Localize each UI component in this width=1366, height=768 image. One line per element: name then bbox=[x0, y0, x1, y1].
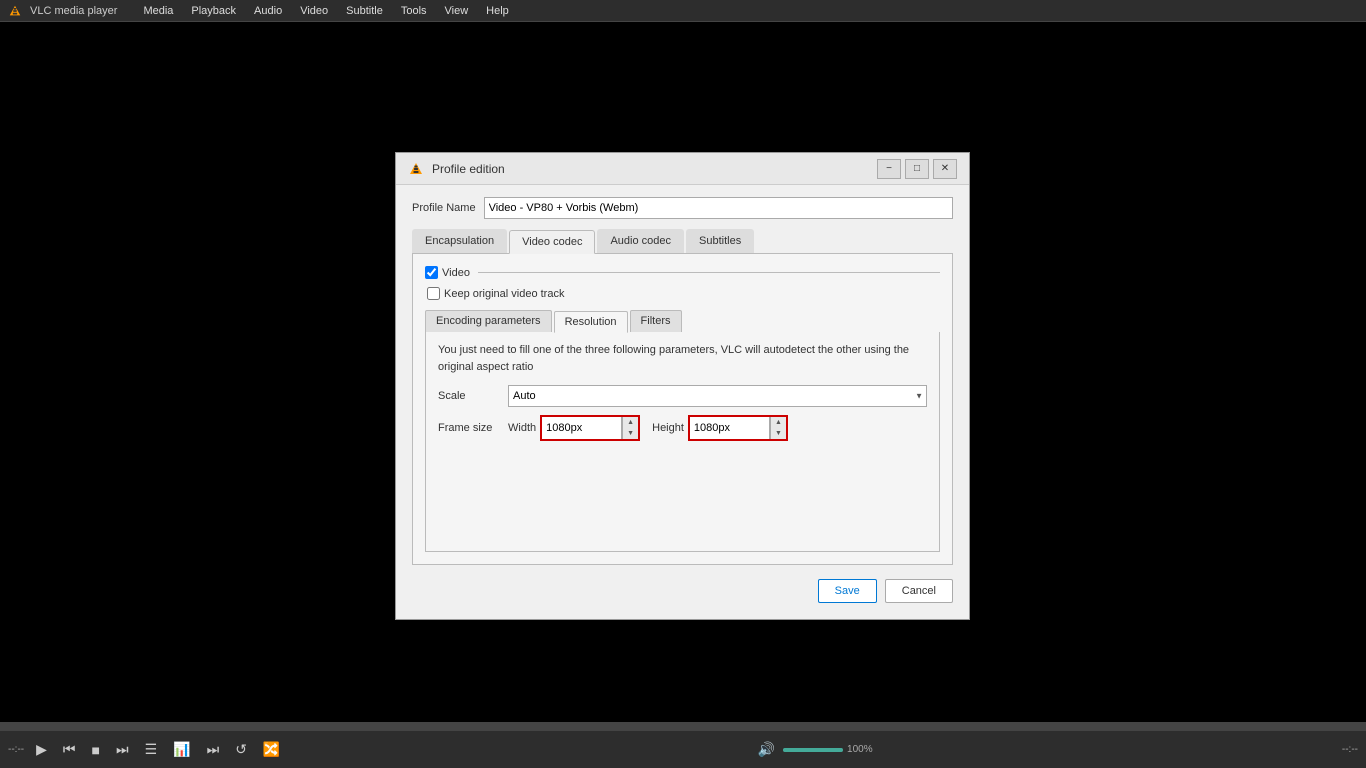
main-tab-content: Video Keep original video track Encoding… bbox=[412, 254, 953, 565]
menu-playback[interactable]: Playback bbox=[183, 3, 244, 19]
width-increment-button[interactable]: ▲ bbox=[623, 417, 638, 428]
menu-video[interactable]: Video bbox=[292, 3, 336, 19]
menu-view[interactable]: View bbox=[437, 3, 477, 19]
toggle-playlist-button[interactable]: ☰ bbox=[141, 739, 162, 760]
menu-audio[interactable]: Audio bbox=[246, 3, 290, 19]
frame-size-label: Frame size bbox=[438, 422, 508, 434]
video-checkbox-label[interactable]: Video bbox=[425, 266, 470, 279]
profile-edition-dialog: Profile edition − □ ✕ Profile Name Encap… bbox=[395, 152, 970, 620]
app-title: VLC media player bbox=[30, 5, 117, 17]
menu-media[interactable]: Media bbox=[135, 3, 181, 19]
play-button[interactable]: ▶ bbox=[32, 739, 51, 760]
resolution-description: You just need to fill one of the three f… bbox=[438, 342, 927, 375]
inner-tab-content: You just need to fill one of the three f… bbox=[425, 332, 940, 552]
video-divider bbox=[478, 272, 940, 273]
tab-subtitles[interactable]: Subtitles bbox=[686, 229, 754, 253]
cancel-button[interactable]: Cancel bbox=[885, 579, 953, 603]
inner-tab-filters[interactable]: Filters bbox=[630, 310, 682, 332]
scale-row: Scale Auto 1:1 1:2 2:1 ▼ bbox=[438, 385, 927, 407]
dialog-control-buttons: − □ ✕ bbox=[877, 159, 957, 179]
width-spinner: ▲ ▼ bbox=[622, 417, 638, 439]
width-input[interactable] bbox=[542, 417, 622, 439]
dialog-titlebar: Profile edition − □ ✕ bbox=[396, 153, 969, 185]
volume-bar[interactable] bbox=[783, 748, 843, 752]
width-decrement-button[interactable]: ▼ bbox=[623, 428, 638, 439]
width-field: Width ▲ ▼ bbox=[508, 415, 640, 441]
width-input-wrapper: ▲ ▼ bbox=[540, 415, 640, 441]
volume-icon[interactable]: 🔊 bbox=[754, 739, 779, 760]
height-increment-button[interactable]: ▲ bbox=[771, 417, 786, 428]
save-button[interactable]: Save bbox=[818, 579, 877, 603]
volume-area: 🔊 100% bbox=[754, 739, 873, 760]
next-button[interactable]: ⏭ bbox=[112, 739, 133, 760]
scale-select-wrapper: Auto 1:1 1:2 2:1 ▼ bbox=[508, 385, 927, 407]
height-label: Height bbox=[652, 422, 684, 434]
menubar: VLC media player Media Playback Audio Vi… bbox=[0, 0, 1366, 22]
dialog-vlc-icon bbox=[408, 161, 424, 177]
menu-tools[interactable]: Tools bbox=[393, 3, 435, 19]
time-total: --:-- bbox=[1342, 744, 1358, 755]
menu-subtitle[interactable]: Subtitle bbox=[338, 3, 391, 19]
keep-original-text: Keep original video track bbox=[444, 288, 564, 300]
main-video-area: Profile edition − □ ✕ Profile Name Encap… bbox=[0, 22, 1366, 722]
maximize-button[interactable]: □ bbox=[905, 159, 929, 179]
volume-fill bbox=[783, 748, 843, 752]
volume-label: 100% bbox=[847, 744, 873, 755]
time-elapsed: --:-- bbox=[8, 744, 24, 755]
main-tabs: Encapsulation Video codec Audio codec Su… bbox=[412, 229, 953, 254]
close-button[interactable]: ✕ bbox=[933, 159, 957, 179]
keep-original-row: Keep original video track bbox=[425, 287, 940, 300]
profile-name-row: Profile Name bbox=[412, 197, 953, 219]
dialog-content: Profile Name Encapsulation Video codec A… bbox=[396, 185, 969, 619]
keep-original-label[interactable]: Keep original video track bbox=[425, 287, 940, 300]
width-label: Width bbox=[508, 422, 536, 434]
bottom-bar: --:-- ▶ ⏮ ■ ⏭ ☰ 📊 ⏭ ↺ 🔀 🔊 100% --:-- bbox=[0, 722, 1366, 768]
scale-select[interactable]: Auto 1:1 1:2 2:1 bbox=[508, 385, 927, 407]
inner-tab-encoding-params[interactable]: Encoding parameters bbox=[425, 310, 552, 332]
prev-button[interactable]: ⏮ bbox=[59, 739, 80, 760]
random-button[interactable]: 🔀 bbox=[259, 739, 284, 760]
tab-encapsulation[interactable]: Encapsulation bbox=[412, 229, 507, 253]
height-spinner: ▲ ▼ bbox=[770, 417, 786, 439]
height-input[interactable] bbox=[690, 417, 770, 439]
progress-bar[interactable] bbox=[0, 723, 1366, 731]
video-label: Video bbox=[442, 267, 470, 279]
controls-row: --:-- ▶ ⏮ ■ ⏭ ☰ 📊 ⏭ ↺ 🔀 🔊 100% --:-- bbox=[0, 731, 1366, 768]
loop-button[interactable]: ↺ bbox=[231, 739, 251, 760]
video-checkbox[interactable] bbox=[425, 266, 438, 279]
extended-controls-button[interactable]: 📊 bbox=[169, 739, 194, 760]
dialog-buttons: Save Cancel bbox=[412, 579, 953, 603]
keep-original-checkbox[interactable] bbox=[427, 287, 440, 300]
vlc-logo-icon bbox=[8, 4, 22, 18]
frame-size-inputs: Width ▲ ▼ bbox=[508, 415, 788, 441]
frame-size-row: Frame size Width ▲ ▼ bbox=[438, 415, 927, 441]
scale-label: Scale bbox=[438, 390, 508, 402]
tab-video-codec[interactable]: Video codec bbox=[509, 230, 595, 254]
height-input-wrapper: ▲ ▼ bbox=[688, 415, 788, 441]
frame-by-frame-button[interactable]: ⏭ bbox=[203, 739, 224, 760]
video-section: Video bbox=[425, 266, 940, 279]
profile-name-input[interactable] bbox=[484, 197, 953, 219]
height-decrement-button[interactable]: ▼ bbox=[771, 428, 786, 439]
inner-tab-resolution[interactable]: Resolution bbox=[554, 311, 628, 333]
minimize-button[interactable]: − bbox=[877, 159, 901, 179]
dialog-title: Profile edition bbox=[432, 162, 877, 176]
stop-button[interactable]: ■ bbox=[88, 740, 104, 760]
tab-audio-codec[interactable]: Audio codec bbox=[597, 229, 684, 253]
height-field: Height ▲ ▼ bbox=[652, 415, 788, 441]
inner-tabs: Encoding parameters Resolution Filters bbox=[425, 310, 940, 332]
menu-help[interactable]: Help bbox=[478, 3, 517, 19]
profile-name-label: Profile Name bbox=[412, 202, 476, 214]
